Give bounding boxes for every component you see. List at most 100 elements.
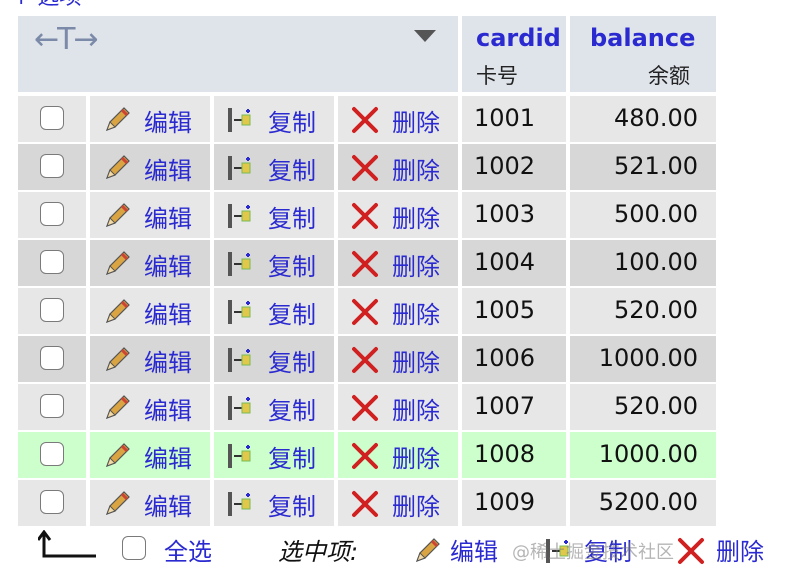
row-checkbox[interactable] bbox=[40, 442, 64, 466]
pencil-icon bbox=[105, 107, 130, 132]
edit-row-button[interactable]: 编辑 bbox=[90, 432, 210, 478]
delete-row-button[interactable]: 删除 bbox=[338, 336, 458, 382]
row-checkbox[interactable] bbox=[40, 106, 64, 130]
cardid-value: 1003 bbox=[474, 200, 536, 228]
copy-row-button[interactable]: 复制 bbox=[214, 384, 334, 430]
row-checkbox[interactable] bbox=[40, 154, 64, 178]
cardid-cell: 1008 bbox=[462, 432, 566, 478]
delete-row-button[interactable]: 删除 bbox=[338, 192, 458, 238]
copy-label: 复制 bbox=[268, 253, 316, 281]
edit-label: 编辑 bbox=[144, 493, 192, 521]
edit-row-button[interactable]: 编辑 bbox=[90, 144, 210, 190]
delete-row-button[interactable]: 删除 bbox=[338, 432, 458, 478]
edit-row-button[interactable]: 编辑 bbox=[90, 288, 210, 334]
pencil-icon bbox=[105, 251, 130, 276]
table-row: 编辑 复制 删除 1009 5200.00 bbox=[18, 480, 716, 526]
cardid-value: 1007 bbox=[474, 392, 536, 420]
row-select-cell bbox=[18, 384, 86, 430]
options-link[interactable]: + 选项 bbox=[12, 0, 81, 10]
edit-label: 编辑 bbox=[144, 157, 192, 185]
balance-value: 480.00 bbox=[614, 104, 698, 132]
column-name[interactable]: balance bbox=[590, 24, 695, 52]
pencil-icon bbox=[105, 299, 130, 324]
copy-row-button[interactable]: 复制 bbox=[214, 192, 334, 238]
select-all-checkbox[interactable] bbox=[122, 536, 146, 560]
balance-cell: 100.00 bbox=[570, 240, 716, 286]
edit-label: 编辑 bbox=[144, 109, 192, 137]
row-checkbox[interactable] bbox=[40, 346, 64, 370]
copy-row-button[interactable]: 复制 bbox=[214, 480, 334, 526]
row-select-cell bbox=[18, 144, 86, 190]
pencil-icon bbox=[105, 443, 130, 468]
delete-label: 删除 bbox=[392, 205, 440, 233]
copy-row-button[interactable]: 复制 bbox=[214, 288, 334, 334]
copy-row-button[interactable]: 复制 bbox=[214, 336, 334, 382]
edit-label: 编辑 bbox=[144, 301, 192, 329]
delete-row-button[interactable]: 删除 bbox=[338, 144, 458, 190]
copy-label: 复制 bbox=[268, 301, 316, 329]
delete-row-button[interactable]: 删除 bbox=[338, 96, 458, 142]
copy-row-button[interactable]: 复制 bbox=[214, 96, 334, 142]
bulk-delete-link[interactable]: 删除 bbox=[716, 532, 764, 567]
cardid-cell: 1004 bbox=[462, 240, 566, 286]
balance-value: 521.00 bbox=[614, 152, 698, 180]
watermark: @稀土掘金技术社区 bbox=[512, 542, 674, 563]
red-x-icon[interactable] bbox=[676, 536, 706, 566]
edit-row-button[interactable]: 编辑 bbox=[90, 192, 210, 238]
table-row: 编辑 复制 删除 1005 520.00 bbox=[18, 288, 716, 334]
bulk-edit-link[interactable]: 编辑 bbox=[450, 532, 498, 567]
back-arrow-icon bbox=[38, 530, 96, 558]
row-select-cell bbox=[18, 192, 86, 238]
delete-row-button[interactable]: 删除 bbox=[338, 480, 458, 526]
delete-label: 删除 bbox=[392, 493, 440, 521]
bulk-actions-bar: 全选 选中项: 编辑 复制 删除 @稀土掘金技术社区 bbox=[0, 522, 796, 572]
cardid-value: 1008 bbox=[474, 440, 536, 468]
balance-cell: 1000.00 bbox=[570, 336, 716, 382]
edit-row-button[interactable]: 编辑 bbox=[90, 96, 210, 142]
copy-row-button[interactable]: 复制 bbox=[214, 240, 334, 286]
edit-row-button[interactable]: 编辑 bbox=[90, 240, 210, 286]
copy-row-button[interactable]: 复制 bbox=[214, 144, 334, 190]
row-checkbox[interactable] bbox=[40, 298, 64, 322]
row-checkbox[interactable] bbox=[40, 202, 64, 226]
balance-cell: 520.00 bbox=[570, 288, 716, 334]
edit-row-button[interactable]: 编辑 bbox=[90, 384, 210, 430]
row-select-cell bbox=[18, 432, 86, 478]
cardid-cell: 1009 bbox=[462, 480, 566, 526]
table-row: 编辑 复制 删除 1007 520.00 bbox=[18, 384, 716, 430]
row-select-cell bbox=[18, 480, 86, 526]
row-select-cell bbox=[18, 96, 86, 142]
delete-row-button[interactable]: 删除 bbox=[338, 384, 458, 430]
pencil-icon bbox=[105, 155, 130, 180]
copy-label: 复制 bbox=[268, 109, 316, 137]
balance-value: 5200.00 bbox=[598, 488, 698, 516]
row-checkbox[interactable] bbox=[40, 250, 64, 274]
column-name[interactable]: cardid bbox=[476, 24, 561, 52]
copy-icon bbox=[228, 156, 251, 180]
column-header-balance[interactable]: balance 余额 bbox=[570, 16, 716, 92]
row-checkbox[interactable] bbox=[40, 394, 64, 418]
copy-icon bbox=[228, 348, 251, 372]
cardid-cell: 1005 bbox=[462, 288, 566, 334]
edit-row-button[interactable]: 编辑 bbox=[90, 480, 210, 526]
copy-label: 复制 bbox=[268, 349, 316, 377]
balance-value: 500.00 bbox=[614, 200, 698, 228]
delete-row-button[interactable]: 删除 bbox=[338, 288, 458, 334]
select-all-link[interactable]: 全选 bbox=[164, 532, 212, 567]
sort-dropdown-icon[interactable] bbox=[414, 30, 436, 42]
row-checkbox[interactable] bbox=[40, 490, 64, 514]
column-resize-arrows-icon[interactable]: ←T→ bbox=[34, 22, 99, 57]
delete-row-button[interactable]: 删除 bbox=[338, 240, 458, 286]
pencil-icon[interactable] bbox=[412, 536, 442, 566]
cardid-value: 1001 bbox=[474, 104, 536, 132]
balance-cell: 500.00 bbox=[570, 192, 716, 238]
edit-label: 编辑 bbox=[144, 253, 192, 281]
edit-row-button[interactable]: 编辑 bbox=[90, 336, 210, 382]
copy-row-button[interactable]: 复制 bbox=[214, 432, 334, 478]
cardid-cell: 1003 bbox=[462, 192, 566, 238]
with-selected-label: 选中项: bbox=[278, 538, 359, 566]
column-header-cardid[interactable]: cardid 卡号 bbox=[462, 16, 566, 92]
edit-label: 编辑 bbox=[144, 205, 192, 233]
copy-icon bbox=[228, 492, 251, 516]
copy-icon bbox=[228, 204, 251, 228]
